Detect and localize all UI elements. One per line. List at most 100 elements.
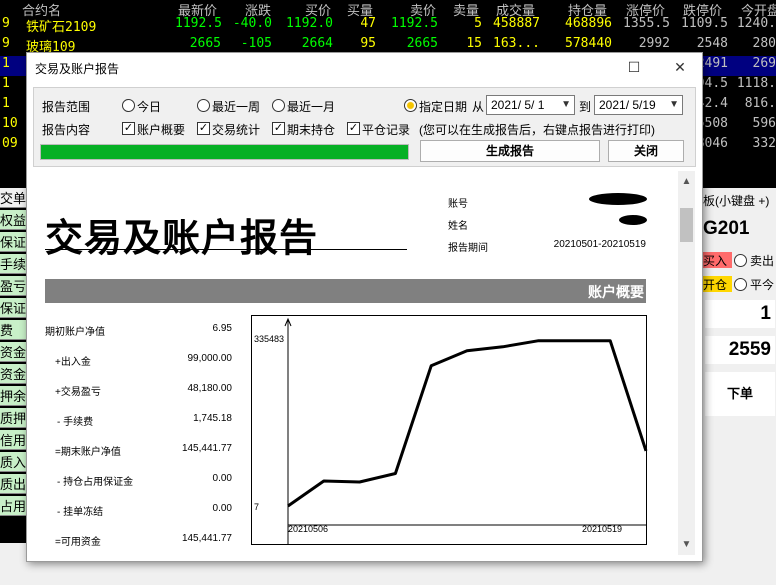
summary-value: 145,441.77 <box>181 443 232 454</box>
order-panel: 板(小键盘 +) G201 买入 卖出 开仓 平今 1 2559 下单 <box>703 188 776 543</box>
place-order-button[interactable]: 下单 <box>705 372 775 416</box>
name-label: 姓名 <box>448 221 468 232</box>
scroll-down-icon[interactable]: ▼ <box>678 536 695 553</box>
positions-checkbox-label[interactable]: 期末持仓 <box>287 121 335 138</box>
row-open: 280 <box>752 36 776 51</box>
to-label: 到 <box>579 100 592 114</box>
dialog-titlebar[interactable]: 交易及账户报告 ☐ ✕ <box>27 53 702 81</box>
y-tick-label: 7 <box>254 502 259 512</box>
side-label: 保证 <box>0 298 26 318</box>
close-button[interactable]: 关闭 <box>608 140 684 162</box>
row-up: 2992 <box>638 36 670 51</box>
row-down: 2548 <box>696 36 728 51</box>
table-row[interactable]: 9 铁矿石2109 1192.5 -40.0 1192.0 47 1192.5 … <box>0 16 776 36</box>
open-label[interactable]: 开仓 <box>703 276 732 292</box>
row-last: 1192.5 <box>175 16 222 31</box>
summary-label: =可用资金 <box>55 537 101 548</box>
sell-radio[interactable] <box>734 254 747 267</box>
range-week-radio[interactable] <box>197 99 210 112</box>
summary-value: 0.00 <box>212 503 232 514</box>
section-title: 账户概要 <box>588 284 644 300</box>
summary-value: 48,180.00 <box>187 383 233 394</box>
stats-checkbox-label[interactable]: 交易统计 <box>212 121 260 138</box>
side-label: 押余 <box>0 386 26 406</box>
print-hint: (您可以在生成报告后，右键点报告进行打印) <box>419 123 655 137</box>
side-label: 信用 <box>0 430 26 450</box>
side-label: 手续 <box>0 254 26 274</box>
report-dialog: 交易及账户报告 ☐ ✕ 报告范围 今日 最近一周 最近一月 指定日期 从 202… <box>26 52 703 562</box>
side-label: 质押 <box>0 408 26 428</box>
progress-fill <box>41 145 408 159</box>
side-label: 权益 <box>0 210 26 230</box>
row-down: 1109.5 <box>681 16 728 31</box>
row-idx: 10 <box>2 116 18 131</box>
to-date-value: 2021/ 5/19 <box>599 98 656 112</box>
scroll-up-icon[interactable]: ▲ <box>678 173 695 190</box>
summary-label: +交易盈亏 <box>55 387 101 398</box>
chevron-down-icon[interactable]: ▼ <box>669 96 679 114</box>
row-ask: 2665 <box>406 36 438 51</box>
report-view[interactable]: 交易及账户报告 账号 姓名 报告期间 20210501-20210519 账户概… <box>33 171 678 555</box>
to-date-picker[interactable]: 2021/ 5/19 ▼ <box>594 95 683 115</box>
row-bid: 2664 <box>301 36 333 51</box>
f3-hint[interactable]: (F3) <box>0 521 22 535</box>
closed-trades-checkbox[interactable]: ✓ <box>347 122 360 135</box>
row-chg: -105 <box>240 36 272 51</box>
close-today-label: 平今 <box>750 278 775 292</box>
summary-label: - 持仓占用保证金 <box>57 477 134 488</box>
stats-checkbox[interactable]: ✓ <box>197 122 210 135</box>
row-askv: 15 <box>466 36 482 51</box>
row-open: 596 <box>752 116 776 131</box>
buy-label[interactable]: 买入 <box>703 252 732 268</box>
sell-label: 卖出 <box>750 254 775 268</box>
row-vol: 163... <box>493 36 540 51</box>
period-value: 20210501-20210519 <box>553 239 646 250</box>
report-scrollbar[interactable]: ▲ ▼ <box>678 171 695 555</box>
row-bidv: 95 <box>360 36 376 51</box>
range-today-label[interactable]: 今日 <box>137 98 161 115</box>
closed-trades-checkbox-label[interactable]: 平仓记录 <box>362 121 410 138</box>
row-last: 2665 <box>189 36 221 51</box>
side-label: 盈亏 <box>0 276 26 296</box>
row-up: 1355.5 <box>623 16 670 31</box>
from-date-picker[interactable]: 2021/ 5/ 1 ▼ <box>486 95 575 115</box>
summary-value: 0.00 <box>212 473 232 484</box>
x-tick-label: 20210506 <box>288 524 328 534</box>
y-tick-label: 335483 <box>254 334 284 344</box>
summary-label: +出入金 <box>55 357 91 368</box>
range-today-radio[interactable] <box>122 99 135 112</box>
redacted-name <box>619 215 647 225</box>
qty-input[interactable]: 1 <box>705 300 775 328</box>
x-tick-label: 20210519 <box>582 524 622 534</box>
row-open: 816. <box>744 96 776 111</box>
row-chg: -40.0 <box>232 16 272 31</box>
summary-label: =期末账户净值 <box>55 447 121 458</box>
row-ask: 1192.5 <box>391 16 438 31</box>
row-idx: 1 <box>2 96 10 111</box>
chevron-down-icon[interactable]: ▼ <box>561 96 571 114</box>
side-label: 费 <box>0 320 26 340</box>
summary-label: - 手续费 <box>57 417 94 428</box>
row-vol: 458887 <box>493 16 540 31</box>
price-input[interactable]: 2559 <box>705 336 775 364</box>
close-today-radio[interactable] <box>734 278 747 291</box>
range-custom-label[interactable]: 指定日期 <box>419 98 467 115</box>
maximize-icon[interactable]: ☐ <box>621 56 647 78</box>
account-label: 账号 <box>448 199 468 210</box>
range-custom-radio[interactable] <box>404 99 417 112</box>
summary-checkbox-label[interactable]: 账户概要 <box>137 121 185 138</box>
close-icon[interactable]: ✕ <box>667 56 693 78</box>
generate-report-button[interactable]: 生成报告 <box>420 140 600 162</box>
scrollbar-thumb[interactable] <box>680 208 693 242</box>
summary-value: 1,745.18 <box>193 413 232 424</box>
positions-checkbox[interactable]: ✓ <box>272 122 285 135</box>
side-label: 保证 <box>0 232 26 252</box>
contract-code[interactable]: G201 <box>703 218 749 240</box>
range-week-label[interactable]: 最近一周 <box>212 98 260 115</box>
range-month-radio[interactable] <box>272 99 285 112</box>
quote-table-header: 合约名 最新价 涨跌 买价 买量 卖价 卖量 成交量 持仓量 涨停价 跌停价 今… <box>0 0 776 18</box>
range-month-label[interactable]: 最近一月 <box>287 98 335 115</box>
row-oi: 578440 <box>565 36 612 51</box>
summary-checkbox[interactable]: ✓ <box>122 122 135 135</box>
summary-value: 6.95 <box>212 323 232 334</box>
